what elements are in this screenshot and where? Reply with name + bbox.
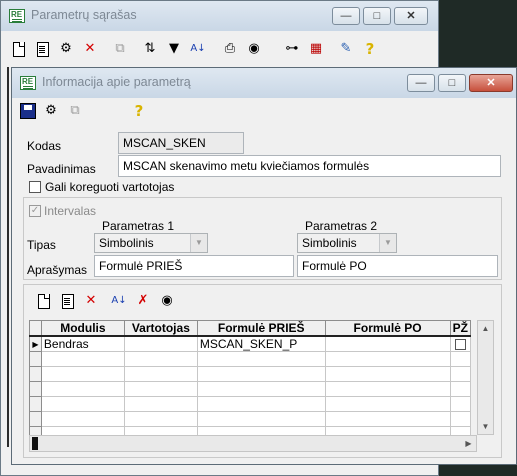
tools-icon[interactable]: ✎ [337, 40, 355, 58]
table-row [29, 411, 472, 427]
copy-icon[interactable]: ⧉ [111, 40, 129, 58]
tree-edit-icon[interactable]: ⚙ [42, 102, 60, 120]
doc-lines-icon[interactable] [58, 292, 76, 310]
intervalas-checkbox[interactable]: ✓ [29, 205, 41, 217]
back-toolbar: ⚙ ✕ ⧉ ⇅ ▼ A↓ ⎙ ◉ ⊶ ▦ ✎ ? [9, 39, 430, 59]
tipas1-select[interactable]: Simbolinis ▼ [94, 233, 208, 253]
app-icon [9, 9, 25, 23]
back-window-content-edge [7, 67, 9, 447]
save-icon[interactable] [20, 103, 36, 119]
back-titlebar[interactable]: Parametrų sąrašas — □ ✕ [1, 1, 438, 31]
close-button[interactable]: ✕ [469, 74, 513, 92]
cell-formule-pries[interactable]: MSCAN_SKEN_P [196, 335, 326, 352]
pz-checkbox[interactable] [454, 338, 466, 350]
sort-az-icon[interactable]: A↓ [110, 292, 128, 310]
tree-edit-icon[interactable]: ⚙ [57, 40, 75, 58]
row-indicator-header [29, 320, 42, 337]
param1-header: Parametras 1 [102, 219, 175, 233]
find-icon[interactable]: ◉ [158, 292, 176, 310]
table-row[interactable]: ▶ Bendras MSCAN_SKEN_P [29, 335, 472, 352]
new-doc-icon[interactable] [34, 292, 52, 310]
filter-icon[interactable]: ▼ [165, 40, 183, 58]
chevron-down-icon: ▼ [190, 234, 207, 252]
new-doc-icon[interactable] [9, 40, 27, 58]
app-icon [20, 76, 36, 90]
aprasymas-label: Aprašymas [27, 263, 88, 277]
vertical-scrollbar[interactable]: ▲ ▼ [477, 320, 494, 435]
gali-koreguoti-checkbox[interactable] [29, 181, 41, 193]
grid-group: ✕ A↓ ✗ ◉ Modulis Vartotojas Formulė PRIE… [23, 284, 502, 458]
kodas-label: Kodas [27, 139, 62, 153]
pavadinimas-label: Pavadinimas [27, 162, 96, 176]
delete-icon[interactable]: ✕ [82, 292, 100, 310]
col-header-pz[interactable]: PŽ [449, 320, 472, 337]
intervalas-label: Intervalas [44, 204, 97, 218]
window-title: Informacija apie parametrą [42, 75, 191, 89]
sort-az-icon[interactable]: A↓ [189, 40, 207, 58]
help-icon[interactable]: ? [130, 102, 148, 120]
kodas-field[interactable]: MSCAN_SKEN [118, 132, 244, 154]
doc-lines-icon[interactable] [33, 40, 51, 58]
formula-grid: Modulis Vartotojas Formulė PRIEŠ Formulė… [29, 320, 472, 442]
table-row [29, 396, 472, 412]
find-icon[interactable]: ◉ [245, 40, 263, 58]
chevron-down-icon: ▼ [379, 234, 396, 252]
maximize-button[interactable]: □ [438, 74, 466, 92]
print-icon[interactable]: ⎙ [221, 40, 239, 58]
help-icon[interactable]: ? [361, 40, 379, 58]
back-window-title: Parametrų sąrašas [31, 8, 137, 22]
tipas2-select[interactable]: Simbolinis ▼ [297, 233, 397, 253]
scroll-right-icon[interactable]: ▶ [461, 436, 476, 451]
aprasymas1-field[interactable]: Formulė PRIEŠ [94, 255, 294, 277]
titlebar[interactable]: Informacija apie parametrą — □ ✕ [12, 68, 516, 98]
pavadinimas-field[interactable]: MSCAN skenavimo metu kviečiamos formulės [118, 155, 501, 177]
gali-koreguoti-label: Gali koreguoti vartotojas [45, 180, 175, 194]
maximize-button[interactable]: □ [363, 7, 391, 25]
grid-toolbar: ✕ A↓ ✗ ◉ [34, 291, 493, 311]
cell-modulis[interactable]: Bendras [40, 335, 125, 352]
scroll-down-icon[interactable]: ▼ [478, 419, 493, 434]
grid-header-row: Modulis Vartotojas Formulė PRIEŠ Formulė… [29, 320, 472, 337]
minimize-button[interactable]: — [332, 7, 360, 25]
aprasymas2-field[interactable]: Formulė PO [297, 255, 498, 277]
col-header-formule-pries[interactable]: Formulė PRIEŠ [196, 320, 326, 337]
hierarchy-icon[interactable]: ⊶ [283, 40, 301, 58]
table-row [29, 351, 472, 367]
table-row [29, 381, 472, 397]
copy-icon[interactable]: ⧉ [66, 102, 84, 120]
grid-icon[interactable]: ▦ [307, 40, 325, 58]
param2-header: Parametras 2 [305, 219, 378, 233]
tipas2-value: Simbolinis [302, 236, 357, 250]
cell-formule-po[interactable] [324, 335, 451, 352]
delete-filter-icon[interactable]: ✗ [134, 292, 152, 310]
scroll-up-icon[interactable]: ▲ [478, 321, 493, 336]
col-header-formule-po[interactable]: Formulė PO [324, 320, 451, 337]
parameter-info-window: Informacija apie parametrą — □ ✕ ⚙ ⧉ ? K… [11, 67, 517, 465]
delete-icon[interactable]: ✕ [81, 40, 99, 58]
form-toolbar: ⚙ ⧉ ? [20, 101, 508, 121]
minimize-button[interactable]: — [407, 74, 435, 92]
close-button[interactable]: ✕ [394, 7, 428, 25]
cell-vartotojas[interactable] [123, 335, 198, 352]
cell-pz[interactable] [449, 335, 472, 352]
col-header-vartotojas[interactable]: Vartotojas [123, 320, 198, 337]
sort-tree-icon[interactable]: ⇅ [141, 40, 159, 58]
tipas1-value: Simbolinis [99, 236, 154, 250]
scroll-thumb[interactable] [32, 437, 38, 450]
horizontal-scrollbar[interactable]: ▶ [29, 435, 477, 452]
table-row [29, 366, 472, 382]
current-row-indicator: ▶ [29, 335, 42, 352]
tipas-label: Tipas [27, 238, 56, 252]
col-header-modulis[interactable]: Modulis [40, 320, 125, 337]
interval-group: ✓ Intervalas Parametras 1 Parametras 2 T… [23, 197, 502, 280]
